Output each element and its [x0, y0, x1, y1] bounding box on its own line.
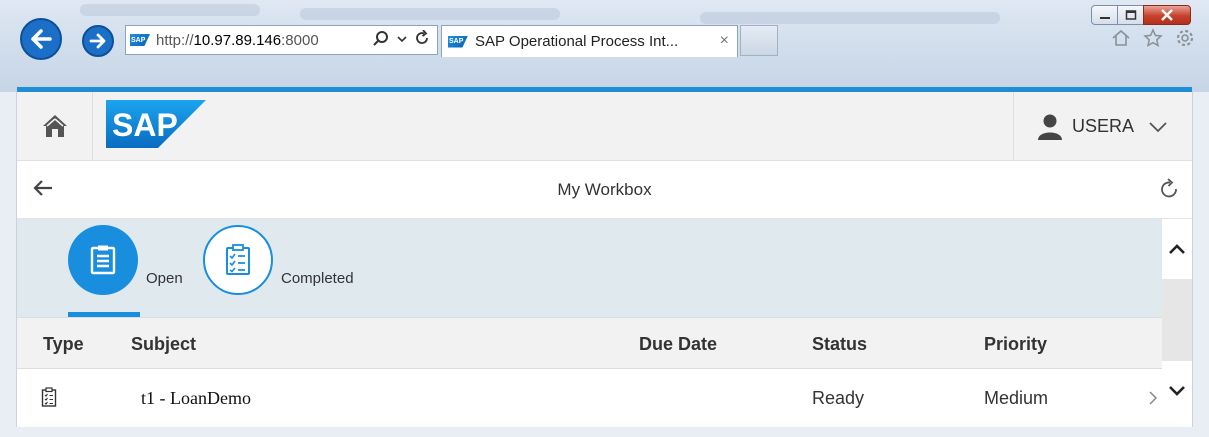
- column-header-subject[interactable]: Subject: [131, 334, 196, 355]
- back-nav-button[interactable]: [33, 179, 53, 202]
- task-type-icon: [41, 387, 57, 412]
- table-header: Type Subject Due Date Status Priority: [17, 317, 1192, 369]
- forward-button[interactable]: [82, 25, 114, 57]
- tab-title: SAP Operational Process Int...: [475, 33, 679, 50]
- favorites-star-icon[interactable]: [1143, 28, 1163, 48]
- home-icon: [42, 115, 67, 137]
- user-menu[interactable]: USERA: [1012, 92, 1192, 161]
- vertical-scrollbar[interactable]: [1162, 219, 1192, 427]
- search-icon[interactable]: [373, 30, 389, 46]
- column-header-type[interactable]: Type: [43, 334, 84, 355]
- row-priority: Medium: [984, 388, 1049, 408]
- clipboard-list-icon: [90, 245, 116, 275]
- address-bar[interactable]: SAP http://10.97.89.146:8000: [125, 25, 438, 55]
- url-prefix: http://: [156, 31, 194, 49]
- maximize-button[interactable]: [1117, 5, 1144, 25]
- sap-logo[interactable]: SAP: [106, 99, 206, 153]
- user-name: USERA: [1071, 116, 1134, 136]
- sap-logo-text: SAP: [112, 107, 178, 143]
- row-navigation-chevron-icon[interactable]: [1148, 390, 1158, 411]
- browser-tab-active[interactable]: SAP SAP Operational Process Int... ×: [441, 25, 738, 57]
- clipboard-check-icon: [226, 244, 250, 275]
- new-tab-button[interactable]: [740, 25, 778, 56]
- browser-chrome: SAP http://10.97.89.146:8000 SAP SAP Ope…: [0, 0, 1209, 92]
- user-avatar-icon: [1037, 114, 1062, 140]
- row-subject: t1 - LoanDemo: [141, 388, 251, 408]
- tab-completed[interactable]: Completed: [203, 225, 354, 295]
- close-icon: [1161, 9, 1173, 21]
- page-title: My Workbox: [557, 179, 652, 199]
- column-header-due-date[interactable]: Due Date: [639, 334, 717, 355]
- refresh-icon: [1161, 178, 1177, 198]
- refresh-button[interactable]: [1160, 178, 1180, 205]
- arrow-left-icon: [33, 180, 52, 196]
- tab-completed-label: Completed: [281, 270, 354, 287]
- page-header: My Workbox: [17, 161, 1192, 219]
- row-status: Ready: [812, 388, 865, 408]
- sap-favicon-icon: SAP: [130, 34, 150, 46]
- url-text[interactable]: http://10.97.89.146:8000: [156, 32, 319, 49]
- background-blur: [80, 4, 260, 16]
- settings-gear-icon[interactable]: [1175, 28, 1195, 48]
- url-port: :8000: [281, 31, 319, 49]
- window-controls: [1091, 5, 1191, 25]
- background-blur: [300, 8, 560, 20]
- table-row[interactable]: t1 - LoanDemo Ready Medium: [17, 369, 1192, 427]
- address-tools: [373, 30, 431, 46]
- close-window-button[interactable]: [1143, 5, 1191, 25]
- minimize-icon: [1099, 17, 1110, 19]
- app-frame: SAP USERA My Workbox Open Completed Type…: [16, 87, 1193, 427]
- browser-toolbar-right: [1111, 28, 1195, 48]
- close-tab-icon[interactable]: ×: [720, 32, 729, 50]
- chevron-down-icon: [1149, 121, 1167, 132]
- chevron-down-icon: [1169, 386, 1185, 396]
- scroll-down-button[interactable]: [1162, 361, 1192, 427]
- column-header-priority[interactable]: Priority: [984, 334, 1047, 355]
- completed-tab-circle: [203, 225, 273, 295]
- refresh-icon[interactable]: [415, 30, 431, 46]
- open-tab-circle: [68, 225, 138, 295]
- home-icon[interactable]: [1111, 28, 1131, 48]
- dropdown-arrow-icon[interactable]: [397, 30, 407, 46]
- arrow-left-icon: [31, 29, 52, 49]
- icon-tab-bar: Open Completed: [17, 219, 1192, 317]
- arrow-right-icon: [89, 33, 106, 49]
- tab-open[interactable]: Open: [68, 225, 183, 295]
- maximize-icon: [1125, 10, 1136, 20]
- shell-bar: SAP USERA: [17, 91, 1192, 161]
- scroll-thumb[interactable]: [1162, 279, 1192, 361]
- tab-open-label: Open: [146, 270, 183, 287]
- column-header-status[interactable]: Status: [812, 334, 867, 355]
- home-button[interactable]: [17, 91, 93, 161]
- background-blur: [700, 12, 1000, 24]
- chevron-up-icon: [1169, 244, 1185, 254]
- back-button[interactable]: [20, 18, 62, 60]
- scroll-up-button[interactable]: [1162, 219, 1192, 279]
- minimize-button[interactable]: [1091, 5, 1118, 25]
- url-host: 10.97.89.146: [193, 31, 282, 49]
- sap-logo-icon: SAP: [106, 99, 206, 148]
- sap-favicon-icon: SAP: [448, 35, 468, 48]
